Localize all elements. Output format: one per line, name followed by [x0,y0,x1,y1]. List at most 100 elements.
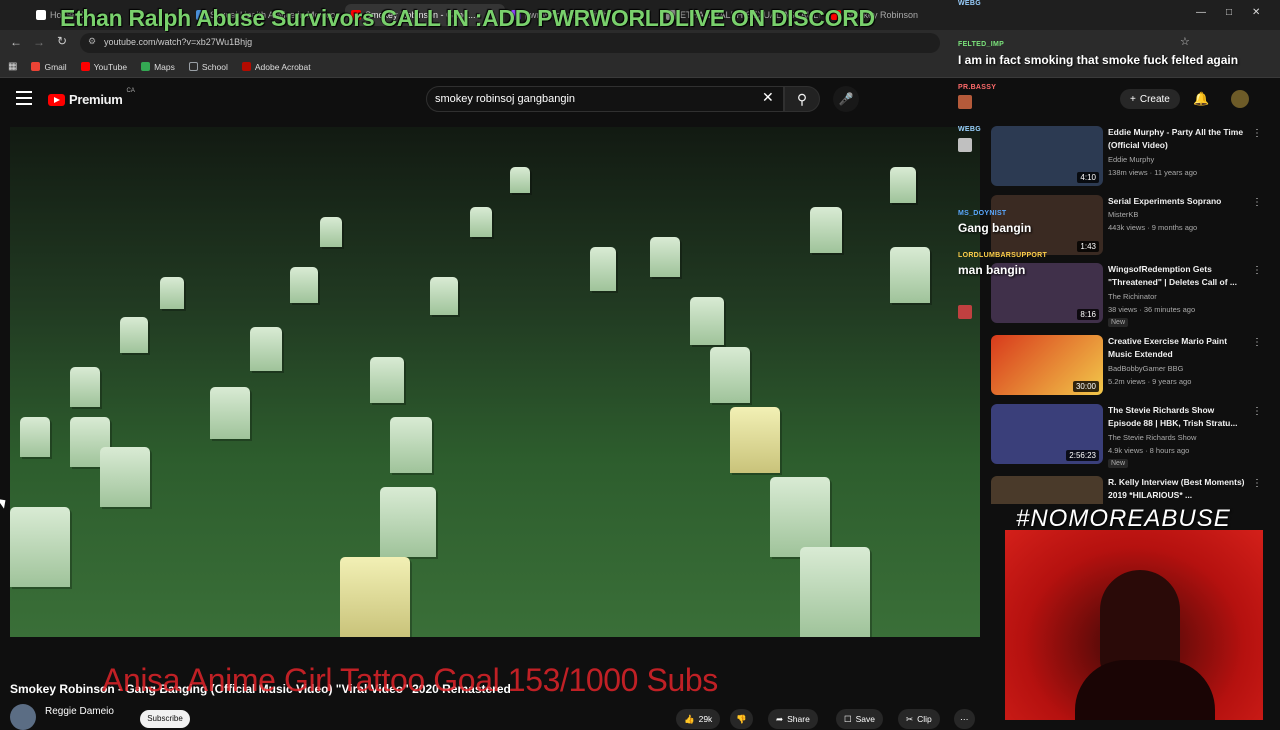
bookmark-maps[interactable]: Maps [141,62,175,72]
chat-emote-icon [958,95,972,109]
thumbs-up-icon: 👍 [684,713,695,724]
more-actions-button[interactable]: ⋯ [954,709,975,729]
video-thumbnail: 30:00 [991,335,1103,395]
search-input[interactable]: smokey robinsoj gangbangin [426,86,784,112]
star-icon[interactable]: ☆ [1180,35,1190,48]
recommended-video[interactable]: 2:56:23 The Stevie Richards Show Episode… [990,404,1270,468]
stream-hashtag: #NOMOREABUSE [1016,505,1231,532]
clip-button[interactable]: ✂ Clip [898,709,940,729]
chat-message: I am in fact smoking that smoke fuck fel… [958,53,1239,67]
recommended-title: Serial Experiments Soprano [1108,196,1222,206]
recommended-video[interactable]: 30:00 Creative Exercise Mario Paint Musi… [990,335,1270,397]
recommended-video[interactable]: 1:43 Serial Experiments Soprano MisterKB… [990,195,1270,257]
video-thumbnail: 2:56:23 [991,404,1103,464]
more-vert-icon[interactable]: ⋮ [1252,265,1262,276]
recommended-title: Eddie Murphy - Party All the Time (Offic… [1108,127,1244,150]
x-icon [36,10,46,20]
search-button[interactable]: ⚲ [784,86,820,112]
more-vert-icon[interactable]: ⋮ [1252,406,1262,417]
recommended-meta: 5.2m views · 9 years ago [1108,377,1192,386]
youtube-play-icon [48,93,65,106]
recommended-title: R. Kelly Interview (Best Moments) 2019 *… [1108,477,1245,500]
recommended-channel: The Richinator [1108,292,1157,301]
bookmark-gmail[interactable]: Gmail [31,62,67,72]
new-badge: New [1108,459,1129,468]
youtube-icon [80,62,90,71]
bookmark-youtube[interactable]: YouTube [80,62,127,72]
youtube-premium-logo[interactable]: Premium CA [48,88,135,107]
bookmark-school[interactable]: School [188,62,228,72]
new-badge: New [1108,318,1129,327]
thumbs-down-icon: 👎 [736,713,747,724]
recommended-title: Creative Exercise Mario Paint Music Exte… [1108,336,1228,359]
hamburger-menu-icon[interactable] [16,91,32,105]
recommended-channel: Eddie Murphy [1108,155,1155,164]
share-icon: ➦ [776,713,784,724]
chat-username: WEBG [958,126,981,133]
more-vert-icon[interactable]: ⋮ [1252,478,1262,489]
recommended-meta: 138m views · 11 years ago [1108,168,1198,177]
apps-grid-icon[interactable]: ▦ [8,61,17,72]
acrobat-icon [241,62,251,71]
chat-emote-icon [958,305,972,319]
more-vert-icon[interactable]: ⋮ [1252,128,1262,139]
notifications-bell-icon[interactable]: 🔔 [1193,91,1209,107]
recommended-meta: 38 views · 36 minutes ago [1108,305,1196,314]
video-player[interactable] [10,127,980,637]
recommended-video[interactable]: 4:10 Eddie Murphy - Party All the Time (… [990,126,1270,188]
subscribe-button[interactable]: Subscribe [140,710,190,728]
gmail-icon [31,62,41,71]
share-button[interactable]: ➦ Share [768,709,818,729]
save-button[interactable]: ☐ Save [836,709,883,729]
chat-username: MS_DOYNIST [958,210,1007,217]
more-icon: ⋯ [960,713,969,724]
chat-emote-icon [958,138,972,152]
profile-avatar[interactable] [1231,90,1249,108]
stream-top-banner: Ethan Ralph Abuse Survivors CALL IN :ADD… [60,5,875,31]
dislike-button[interactable]: 👎 [730,709,753,729]
like-button[interactable]: 👍 29k [676,709,721,729]
clear-search-icon[interactable]: ✕ [762,89,774,106]
video-thumbnail: 4:10 [991,126,1103,186]
url-field[interactable]: youtube.com/watch?v=xb27Wu1Bhjg [80,33,940,53]
maps-icon [141,62,151,71]
search-icon: ⚲ [796,90,808,107]
recommended-channel: The Stevie Richards Show [1108,433,1197,442]
chat-username: LORDLUMBARSUPPORT [958,252,1048,259]
minimize-icon[interactable]: — [1196,7,1206,18]
chat-username: PR.BASSY [958,84,997,91]
recommended-channel: BadBobbyGamer BBG [1108,364,1184,373]
forward-icon[interactable]: → [33,35,45,49]
more-vert-icon[interactable]: ⋮ [1252,197,1262,208]
recommended-title: The Stevie Richards Show Episode 88 | HB… [1108,405,1238,428]
scissors-icon: ✂ [906,713,914,724]
back-icon[interactable]: ← [10,35,22,49]
chat-message: Gang bangin [958,221,1032,235]
mouse-cursor [0,495,9,509]
channel-name[interactable]: Reggie Dameio [45,706,114,717]
chat-username: WEBG [958,0,981,7]
recommended-meta: 443k views · 9 months ago [1108,223,1198,232]
recommended-meta: 4.9k views · 8 hours ago [1108,446,1190,455]
streamer-webcam [1005,530,1263,720]
voice-search-button[interactable]: 🎤 [833,86,859,112]
save-icon: ☐ [844,713,852,724]
video-thumbnail [991,476,1103,504]
plus-icon: + [1130,93,1136,105]
chat-username: FELTED_IMP [958,41,1005,48]
recommended-video[interactable]: R. Kelly Interview (Best Moments) 2019 *… [990,476,1270,504]
close-icon[interactable]: ✕ [1252,7,1260,18]
stream-bottom-banner: Anisa Anime Girl Tattoo Goal 153/1000 Su… [102,662,718,698]
more-vert-icon[interactable]: ⋮ [1252,337,1262,348]
reload-icon[interactable]: ↻ [57,34,67,48]
recommended-title: WingsofRedemption Gets "Threatened" | De… [1108,264,1237,287]
window-controls: — □ ✕ [1196,7,1260,18]
site-info-icon[interactable]: ⚙ [88,36,96,47]
maximize-icon[interactable]: □ [1226,7,1232,18]
bookmark-adobe-acrobat[interactable]: Adobe Acrobat [241,62,311,72]
recommended-video[interactable]: 8:16 WingsofRedemption Gets "Threatened"… [990,263,1270,327]
microphone-icon: 🎤 [838,92,854,106]
channel-avatar[interactable] [10,704,36,730]
create-button[interactable]: + Create [1120,89,1180,109]
chat-message: man bangin [958,263,1026,277]
